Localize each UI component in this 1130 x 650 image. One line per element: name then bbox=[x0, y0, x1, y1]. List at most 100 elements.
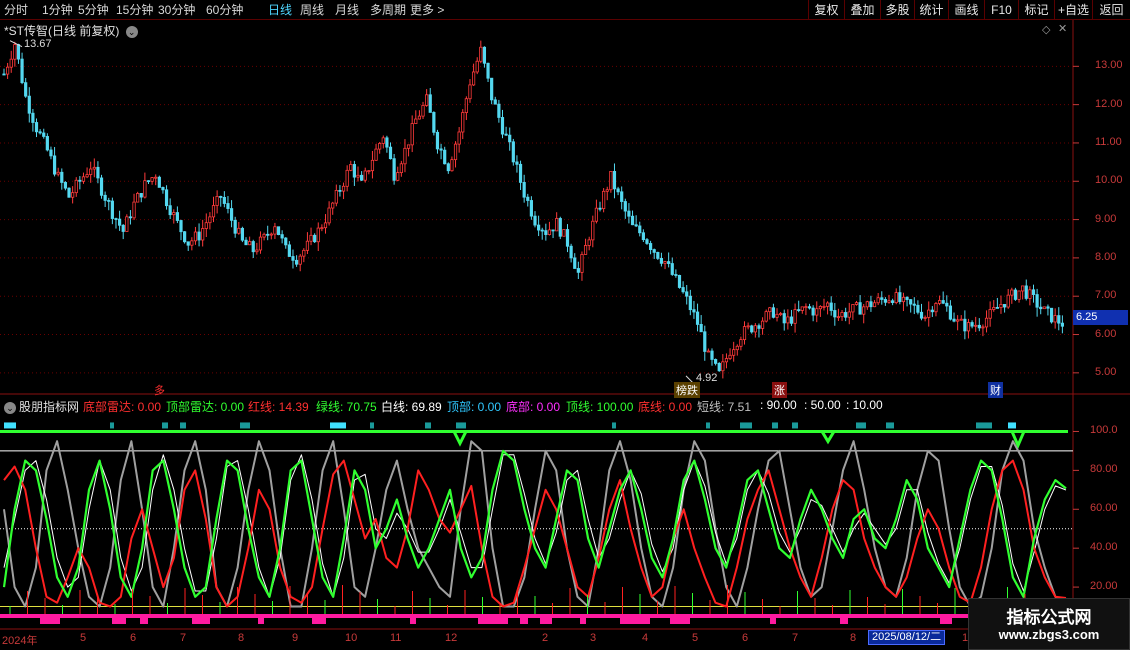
candle-body bbox=[529, 200, 533, 217]
watermark: 指标公式网 www.zbgs3.com bbox=[968, 598, 1130, 650]
candle-body bbox=[294, 259, 299, 265]
bottom-radar-block bbox=[410, 616, 416, 624]
candle-body bbox=[919, 311, 924, 319]
close-icon[interactable]: ✕ bbox=[1058, 22, 1067, 35]
x-axis-label: 3 bbox=[590, 632, 597, 644]
candle-body bbox=[591, 220, 595, 241]
diamond-icon[interactable]: ◇ bbox=[1042, 23, 1050, 36]
candle-body bbox=[237, 227, 241, 234]
candle-body bbox=[988, 309, 992, 319]
candle-body bbox=[20, 58, 24, 84]
indicator-tick: 80.00 bbox=[1090, 463, 1118, 476]
candle-body bbox=[208, 216, 212, 224]
candle-body bbox=[240, 227, 245, 241]
candle-body bbox=[605, 189, 609, 192]
legend-item-8: 底线: 0.00 bbox=[638, 400, 693, 414]
candle-body bbox=[89, 168, 93, 175]
candle-body bbox=[674, 274, 678, 276]
candle-body bbox=[544, 230, 548, 235]
price-tick: 5.00 bbox=[1095, 365, 1117, 378]
candle-body bbox=[349, 164, 353, 171]
candle-body bbox=[807, 306, 812, 309]
candle-body bbox=[248, 241, 252, 246]
cursor-date-box: 2025/08/12/二 bbox=[868, 630, 946, 645]
candle-body bbox=[616, 188, 620, 193]
candle-body bbox=[757, 325, 761, 329]
signal-marker-duo[interactable]: 多 bbox=[154, 382, 165, 398]
candle-body bbox=[956, 319, 960, 322]
candle-body bbox=[551, 229, 555, 232]
candle-body bbox=[233, 219, 237, 234]
candle-body bbox=[186, 241, 190, 246]
candle-body bbox=[858, 302, 862, 315]
candle-body bbox=[945, 302, 949, 307]
x-axis-label: 5 bbox=[80, 632, 87, 644]
price-pane-title[interactable]: *ST传智(日线 前复权) ⌄ bbox=[4, 22, 138, 39]
candle-body bbox=[381, 137, 385, 144]
candle-body bbox=[793, 309, 797, 324]
top-radar-block bbox=[706, 422, 710, 429]
candle-body bbox=[721, 361, 725, 372]
signal-marker-cai[interactable]: 财 bbox=[988, 382, 1003, 398]
candle-body bbox=[1053, 315, 1057, 323]
chevron-down-icon[interactable]: ⌄ bbox=[125, 26, 138, 38]
candle-body bbox=[583, 245, 588, 255]
candle-body bbox=[750, 325, 754, 333]
candle-body bbox=[948, 305, 953, 320]
chevron-down-icon[interactable]: ⌄ bbox=[4, 402, 16, 414]
candle-body bbox=[164, 189, 169, 207]
candle-body bbox=[410, 123, 414, 146]
bottom-radar-block bbox=[40, 616, 60, 624]
candle-body bbox=[374, 148, 378, 161]
x-axis-label: 12 bbox=[445, 632, 458, 644]
candle-body bbox=[439, 148, 443, 151]
candle-body bbox=[363, 170, 367, 181]
x-axis-label: 9 bbox=[292, 632, 299, 644]
candle-body bbox=[768, 307, 772, 313]
candle-body bbox=[786, 316, 790, 324]
indicator-title[interactable]: ⌄ 股朋指标网 bbox=[4, 398, 79, 415]
bottom-radar-block bbox=[192, 616, 210, 624]
candle-body bbox=[558, 218, 562, 237]
candle-body bbox=[703, 331, 707, 352]
top-radar-block bbox=[740, 422, 752, 429]
candle-body bbox=[580, 254, 584, 273]
watermark-title: 指标公式网 bbox=[1006, 608, 1092, 627]
candle-body bbox=[298, 255, 302, 265]
candle-body bbox=[594, 207, 599, 222]
x-axis-label: 6 bbox=[742, 632, 749, 644]
top-radar-block bbox=[456, 422, 466, 429]
candle-body bbox=[74, 179, 78, 194]
x-axis-label: 4 bbox=[642, 632, 649, 644]
candle-body bbox=[222, 196, 226, 204]
bottom-radar-block bbox=[670, 616, 690, 624]
top-radar-block bbox=[612, 422, 616, 429]
candle-body bbox=[732, 349, 736, 356]
candle-body bbox=[569, 245, 573, 259]
candle-body bbox=[255, 249, 259, 253]
candle-body bbox=[555, 218, 559, 232]
signal-marker-bangdie[interactable]: 榜跌 bbox=[674, 382, 700, 398]
candle-body bbox=[338, 189, 342, 192]
candle-body bbox=[183, 231, 187, 243]
bottom-radar-block bbox=[520, 616, 528, 624]
candle-body bbox=[291, 256, 295, 261]
candle-body bbox=[764, 311, 768, 322]
bottom-radar-block bbox=[540, 616, 552, 624]
candle-body bbox=[276, 226, 281, 236]
candle-body bbox=[27, 95, 31, 114]
candle-body bbox=[121, 224, 125, 232]
candle-body bbox=[352, 164, 356, 178]
signal-marker-zhang[interactable]: 涨 bbox=[772, 382, 787, 398]
candle-body bbox=[504, 133, 508, 136]
candle-body bbox=[1060, 322, 1064, 327]
candle-body bbox=[612, 170, 617, 190]
bottom-radar-block bbox=[620, 616, 650, 624]
legend-item-5: 顶部: 0.00 bbox=[447, 400, 502, 414]
candle-body bbox=[934, 302, 938, 313]
candle-body bbox=[273, 226, 277, 235]
chart-canvas[interactable] bbox=[0, 0, 1130, 650]
candle-body bbox=[13, 44, 17, 60]
candle-body bbox=[78, 179, 82, 182]
bottom-radar-block bbox=[478, 616, 508, 624]
